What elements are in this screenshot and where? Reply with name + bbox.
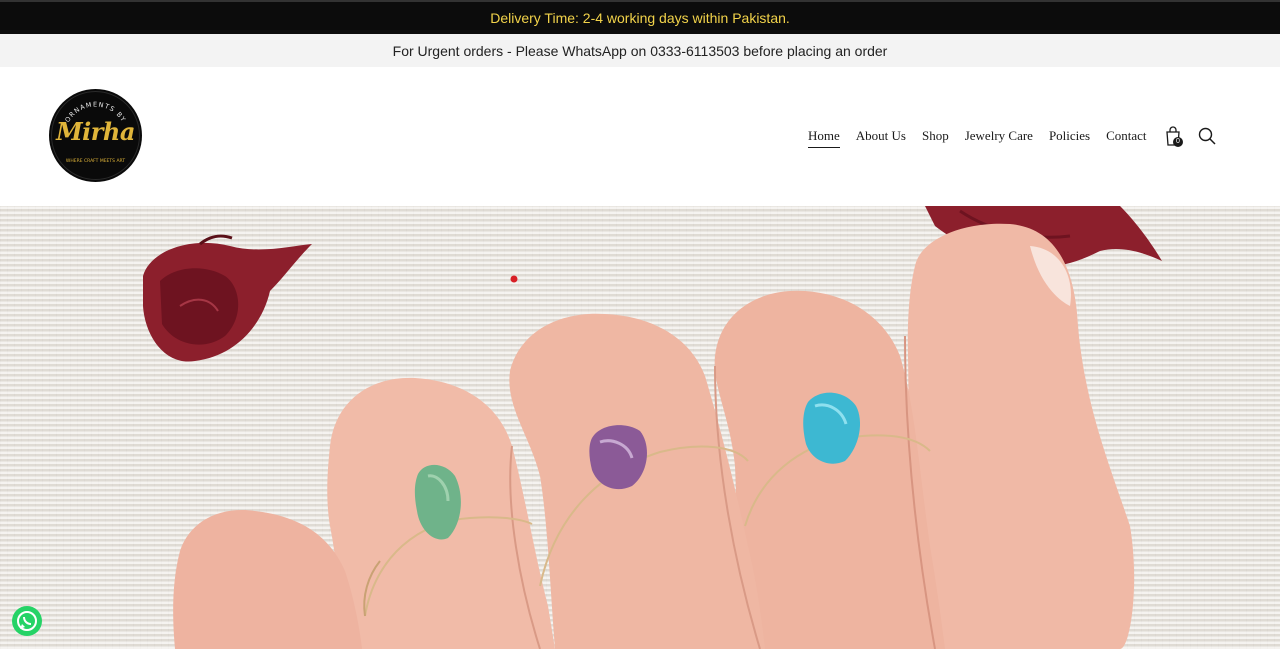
urgent-orders-text: For Urgent orders - Please WhatsApp on 0… <box>392 42 888 59</box>
nav-contact[interactable]: Contact <box>1106 128 1146 148</box>
search-icon[interactable] <box>1198 127 1216 145</box>
nav-home[interactable]: Home <box>808 128 840 148</box>
logo-script-text: Mirha <box>56 117 135 146</box>
cart-count-badge: 0 <box>1173 137 1183 147</box>
urgent-orders-bar: For Urgent orders - Please WhatsApp on 0… <box>0 34 1280 67</box>
nav-jewelry-care[interactable]: Jewelry Care <box>965 128 1033 148</box>
logo-tagline: WHERE CRAFT MEETS ART <box>66 158 125 164</box>
hand-with-rings <box>173 223 1135 649</box>
site-logo[interactable]: ORNAMENTS BY WHERE CRAFT MEETS ART Mirha <box>49 89 142 182</box>
dried-rose-left <box>143 234 312 362</box>
hero-banner-image <box>0 206 1280 649</box>
whatsapp-icon[interactable] <box>12 606 42 636</box>
delivery-time-text: Delivery Time: 2-4 working days within P… <box>490 10 790 26</box>
nav-about-us[interactable]: About Us <box>856 128 906 148</box>
main-nav: Home About Us Shop Jewelry Care Policies… <box>808 128 1163 148</box>
announcement-bar: Delivery Time: 2-4 working days within P… <box>0 0 1280 34</box>
site-header: ORNAMENTS BY WHERE CRAFT MEETS ART Mirha… <box>0 67 1280 206</box>
nav-policies[interactable]: Policies <box>1049 128 1090 148</box>
purple-charoite-stone <box>589 425 647 490</box>
nav-shop[interactable]: Shop <box>922 128 949 148</box>
